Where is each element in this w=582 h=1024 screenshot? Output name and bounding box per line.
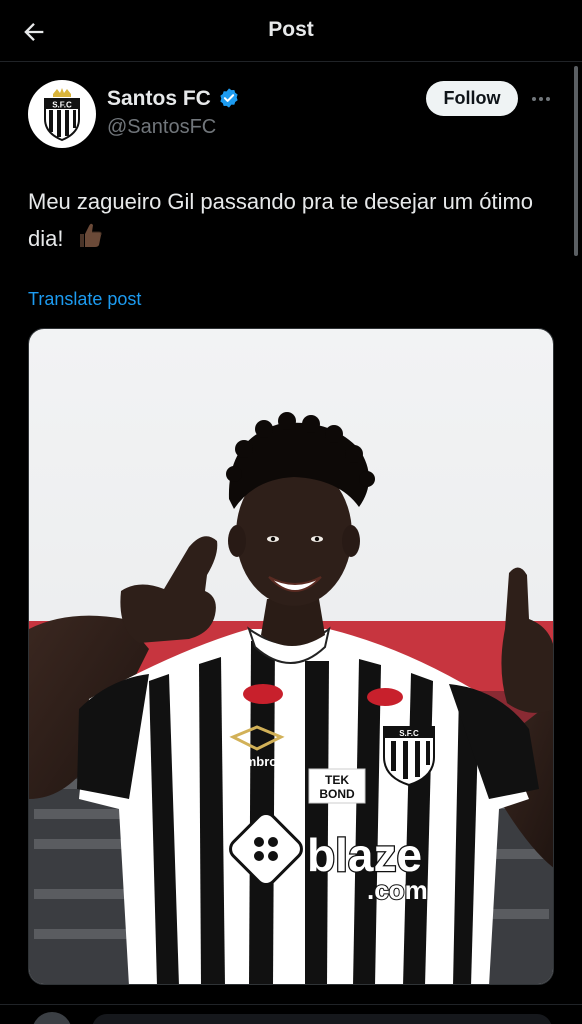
post-image[interactable]: umbro S.F.C TEK BOND blaze .com bbox=[28, 328, 554, 985]
svg-text:S.F.C: S.F.C bbox=[52, 101, 72, 110]
top-bar: Post bbox=[0, 0, 582, 62]
post-screen: Post S.F.C Santos FC @SantosFC Follow Me… bbox=[0, 0, 582, 1024]
follow-button[interactable]: Follow bbox=[426, 81, 518, 116]
author-name[interactable]: Santos FC bbox=[107, 87, 211, 111]
jersey-sponsor-text: blaze bbox=[307, 829, 422, 881]
jersey-brand-text: umbro bbox=[237, 754, 278, 769]
translate-post-link[interactable]: Translate post bbox=[28, 289, 141, 310]
page-title: Post bbox=[268, 18, 314, 41]
post-body: Meu zagueiro Gil passando pra te desejar… bbox=[28, 189, 534, 251]
more-options-icon[interactable] bbox=[530, 88, 552, 110]
post-text: Meu zagueiro Gil passando pra te desejar… bbox=[28, 184, 548, 257]
reply-input[interactable] bbox=[92, 1014, 552, 1024]
jersey-sponsor-suffix: .com bbox=[367, 875, 428, 905]
thumbs-up-emoji-icon bbox=[79, 223, 102, 247]
verified-badge-icon bbox=[220, 88, 238, 108]
jersey-badge-line1: TEK bbox=[325, 773, 349, 787]
avatar[interactable]: S.F.C bbox=[28, 80, 96, 148]
santos-crest-icon: S.F.C bbox=[44, 88, 80, 142]
author-handle[interactable]: @SantosFC bbox=[107, 116, 216, 139]
jersey-badge-line2: BOND bbox=[319, 787, 355, 801]
scrollbar[interactable] bbox=[574, 66, 578, 256]
player-photo: umbro S.F.C TEK BOND blaze .com bbox=[29, 329, 553, 984]
jersey-crest-text: S.F.C bbox=[399, 729, 419, 738]
